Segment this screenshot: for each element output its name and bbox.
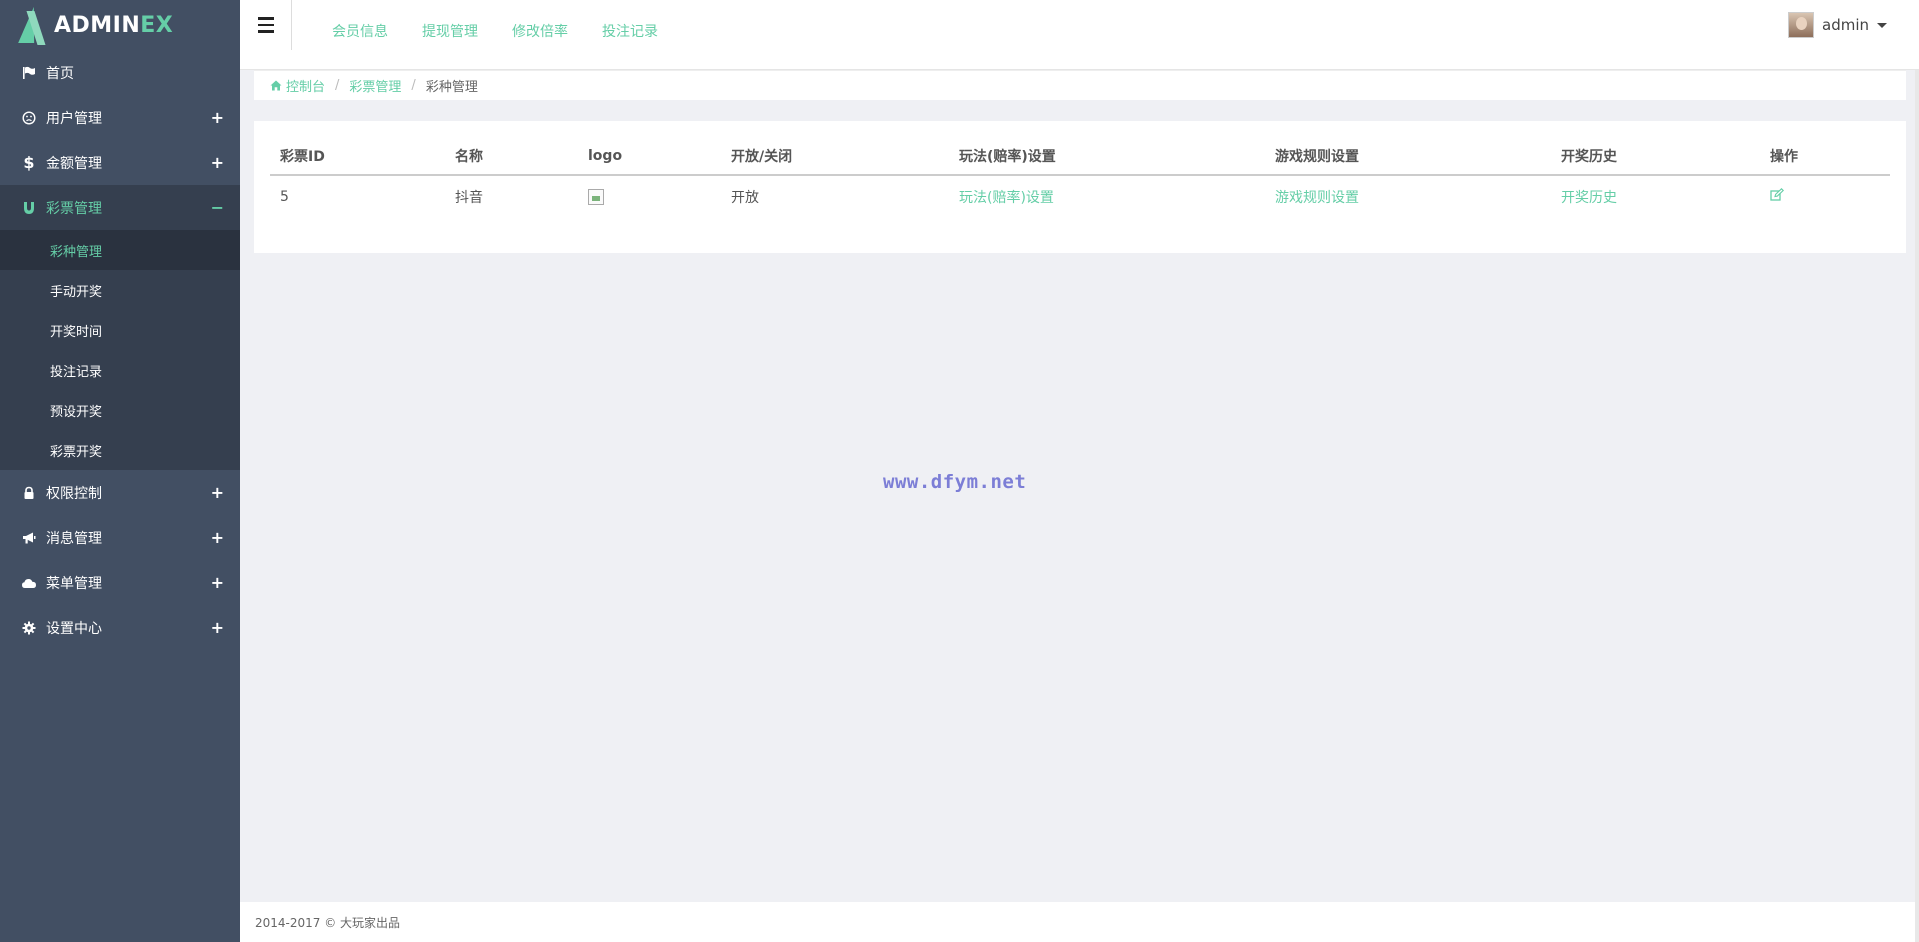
cloud-icon bbox=[20, 577, 38, 589]
sidebar-nav: 首页 用户管理 + $ 金额管理 + 彩票管理 − 彩种管理 手动开奖 开奖时间… bbox=[0, 50, 240, 650]
column-header: 开放/关闭 bbox=[721, 137, 949, 176]
watermark: www.dfym.net bbox=[883, 471, 1027, 493]
sidebar-item-label: 金额管理 bbox=[46, 155, 102, 172]
odds-settings-link[interactable]: 玩法(赔率)设置 bbox=[959, 190, 1054, 206]
menu-toggle-button[interactable] bbox=[240, 0, 292, 50]
sidebar-item-label: 首页 bbox=[46, 65, 74, 82]
expand-icon[interactable]: + bbox=[211, 618, 224, 637]
gear-icon bbox=[20, 621, 38, 635]
edit-button[interactable] bbox=[1770, 188, 1784, 205]
top-nav-links: 会员信息 提现管理 修改倍率 投注记录 bbox=[332, 21, 658, 41]
cell-history: 开奖历史 bbox=[1551, 175, 1760, 217]
scrollbar[interactable] bbox=[1915, 70, 1919, 942]
submenu-item-draw-time[interactable]: 开奖时间 bbox=[0, 310, 240, 350]
table-header-row: 彩票ID 名称 logo 开放/关闭 玩法(赔率)设置 游戏规则设置 开奖历史 … bbox=[270, 137, 1890, 176]
submenu-item-manual-draw[interactable]: 手动开奖 bbox=[0, 270, 240, 310]
broken-image-icon bbox=[588, 188, 604, 205]
logo-mark-icon bbox=[18, 5, 48, 45]
sidebar-item-messages[interactable]: 消息管理 + bbox=[0, 515, 240, 560]
sidebar-item-label: 菜单管理 bbox=[46, 575, 102, 592]
cell-id: 5 bbox=[280, 188, 289, 205]
sidebar-item-settings[interactable]: 设置中心 + bbox=[0, 605, 240, 650]
logo-text: ADMINEX bbox=[54, 12, 174, 38]
avatar bbox=[1788, 12, 1814, 38]
breadcrumb-separator: / bbox=[335, 78, 340, 93]
expand-icon[interactable]: + bbox=[211, 108, 224, 127]
game-rules-link[interactable]: 游戏规则设置 bbox=[1275, 190, 1359, 206]
cell-name: 抖音 bbox=[455, 189, 483, 206]
footer: 2014-2017 © 大玩家出品 bbox=[240, 902, 1919, 942]
footer-copyright: 2014-2017 © 大玩家出品 bbox=[255, 915, 401, 930]
breadcrumb-parent[interactable]: 彩票管理 bbox=[349, 76, 401, 95]
sidebar-item-permissions[interactable]: 权限控制 + bbox=[0, 470, 240, 515]
hamburger-icon bbox=[257, 15, 274, 35]
column-header: 名称 bbox=[445, 137, 578, 176]
flag-icon bbox=[20, 66, 38, 80]
top-link-member-info[interactable]: 会员信息 bbox=[332, 21, 388, 41]
sidebar-item-money[interactable]: $ 金额管理 + bbox=[0, 140, 240, 185]
expand-icon[interactable]: + bbox=[211, 153, 224, 172]
draw-history-link[interactable]: 开奖历史 bbox=[1561, 190, 1617, 206]
home-icon bbox=[270, 80, 282, 91]
expand-icon[interactable]: + bbox=[211, 528, 224, 547]
sidebar-item-label: 消息管理 bbox=[46, 530, 102, 547]
bullhorn-icon bbox=[20, 531, 38, 545]
column-header: 游戏规则设置 bbox=[1265, 137, 1551, 176]
sidebar-item-label: 设置中心 bbox=[46, 620, 102, 637]
top-link-withdrawal[interactable]: 提现管理 bbox=[422, 21, 478, 41]
breadcrumb-home[interactable]: 控制台 bbox=[270, 76, 325, 95]
magnet-icon bbox=[20, 201, 38, 215]
edit-icon bbox=[1770, 188, 1784, 201]
breadcrumb-current: 彩种管理 bbox=[425, 80, 478, 95]
submenu-item-lottery-types[interactable]: 彩种管理 bbox=[0, 230, 240, 270]
caret-down-icon bbox=[1877, 22, 1887, 28]
expand-icon[interactable]: + bbox=[211, 483, 224, 502]
lottery-submenu: 彩种管理 手动开奖 开奖时间 投注记录 预设开奖 彩票开奖 bbox=[0, 230, 240, 470]
top-header: 会员信息 提现管理 修改倍率 投注记录 admin bbox=[240, 0, 1919, 70]
cell-status: 开放 bbox=[731, 189, 759, 206]
cell-logo bbox=[578, 175, 721, 217]
sidebar-item-menus[interactable]: 菜单管理 + bbox=[0, 560, 240, 605]
cell-actions bbox=[1760, 175, 1890, 217]
user-name: admin bbox=[1822, 16, 1869, 34]
sidebar: ADMINEX 首页 用户管理 + $ 金额管理 + 彩票管理 − 彩种管理 手… bbox=[0, 0, 240, 942]
main-area: 会员信息 提现管理 修改倍率 投注记录 admin 控制台 / 彩票管理 / 彩… bbox=[240, 0, 1919, 942]
sidebar-item-lottery[interactable]: 彩票管理 − bbox=[0, 185, 240, 230]
sidebar-item-label: 权限控制 bbox=[46, 485, 102, 502]
top-link-modify-rate[interactable]: 修改倍率 bbox=[512, 21, 568, 41]
lottery-table: 彩票ID 名称 logo 开放/关闭 玩法(赔率)设置 游戏规则设置 开奖历史 … bbox=[270, 137, 1890, 217]
sidebar-item-home[interactable]: 首页 bbox=[0, 50, 240, 95]
table-row: 5 抖音 开放 玩法(赔率)设置 游戏规则设置 开奖历史 bbox=[270, 175, 1890, 217]
column-header: 玩法(赔率)设置 bbox=[949, 137, 1265, 176]
cell-rules: 游戏规则设置 bbox=[1265, 175, 1551, 217]
smile-icon bbox=[20, 110, 38, 125]
submenu-item-preset-draw[interactable]: 预设开奖 bbox=[0, 390, 240, 430]
column-header: 彩票ID bbox=[270, 137, 445, 176]
lottery-table-panel: 彩票ID 名称 logo 开放/关闭 玩法(赔率)设置 游戏规则设置 开奖历史 … bbox=[254, 121, 1906, 253]
expand-icon[interactable]: + bbox=[211, 573, 224, 592]
cell-odds: 玩法(赔率)设置 bbox=[949, 175, 1265, 217]
breadcrumb-home-label: 控制台 bbox=[286, 80, 326, 95]
collapse-icon[interactable]: − bbox=[211, 198, 224, 217]
column-header: 操作 bbox=[1760, 137, 1890, 176]
dollar-icon: $ bbox=[23, 153, 35, 172]
submenu-item-lottery-draw[interactable]: 彩票开奖 bbox=[0, 430, 240, 470]
breadcrumb-separator: / bbox=[411, 78, 416, 93]
column-header: logo bbox=[578, 137, 721, 176]
sidebar-item-label: 用户管理 bbox=[46, 110, 102, 127]
column-header: 开奖历史 bbox=[1551, 137, 1760, 176]
logo[interactable]: ADMINEX bbox=[0, 0, 240, 50]
lock-icon bbox=[20, 486, 38, 500]
sidebar-item-users[interactable]: 用户管理 + bbox=[0, 95, 240, 140]
breadcrumb: 控制台 / 彩票管理 / 彩种管理 bbox=[254, 70, 1906, 100]
top-link-bet-records[interactable]: 投注记录 bbox=[602, 21, 658, 41]
user-menu[interactable]: admin bbox=[1788, 12, 1887, 38]
submenu-item-bet-records[interactable]: 投注记录 bbox=[0, 350, 240, 390]
sidebar-item-label: 彩票管理 bbox=[46, 200, 102, 217]
